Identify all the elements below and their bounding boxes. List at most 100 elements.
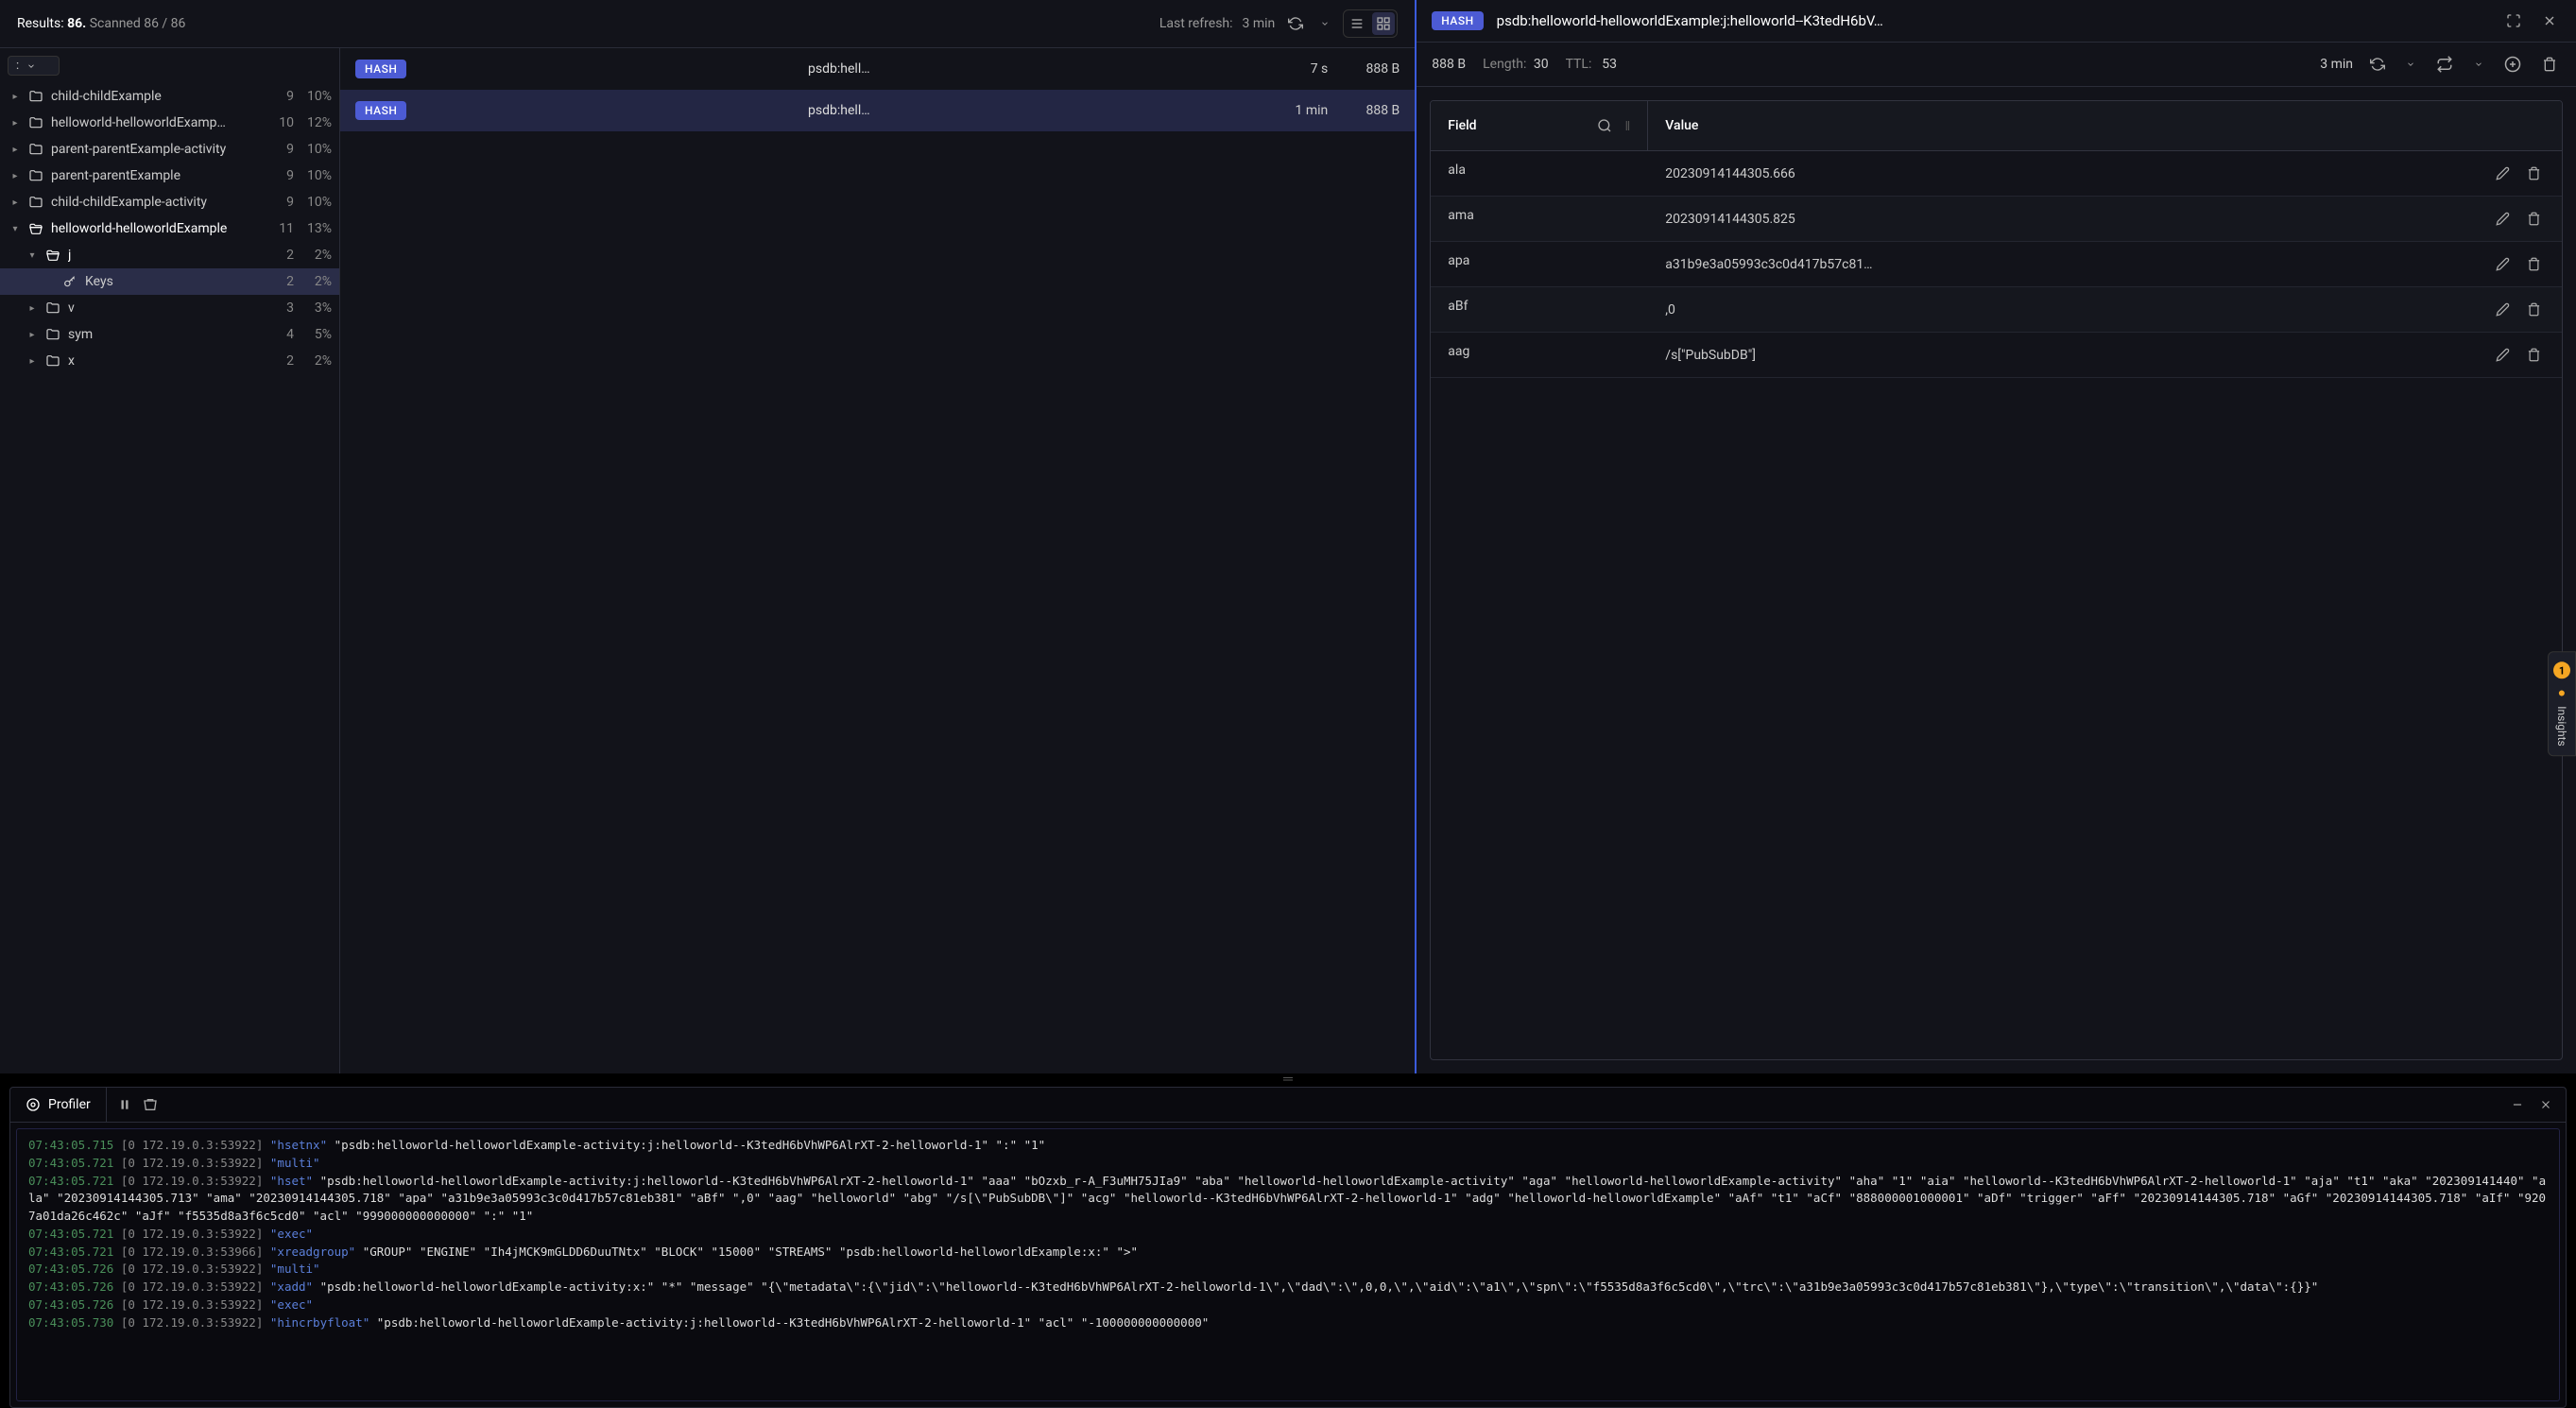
field-header: Field xyxy=(1448,118,1476,133)
profiler-pause-button[interactable] xyxy=(114,1093,135,1116)
key-ttl: 7 s xyxy=(1271,61,1328,77)
folder-icon xyxy=(45,327,62,342)
results-text: Results: 86. Scanned 86 / 86 xyxy=(17,16,185,31)
tree-item[interactable]: ▾j22% xyxy=(0,242,339,268)
tree-count: 9 xyxy=(269,142,294,157)
value-cell: 20230914144305.825 xyxy=(1665,212,2484,227)
folder-icon xyxy=(28,142,45,157)
detail-refresh-button[interactable] xyxy=(2366,53,2389,76)
edit-field-button[interactable] xyxy=(2492,253,2514,275)
detail-title: psdb:helloworld-helloworldExample:j:hell… xyxy=(1497,12,2489,29)
column-resize-handle[interactable]: ‖ xyxy=(1625,118,1631,134)
tree-pct: 2% xyxy=(300,353,332,369)
tree-view-button[interactable] xyxy=(1372,12,1395,35)
tree-item[interactable]: ▸parent-parentExample-activity910% xyxy=(0,136,339,163)
folder-icon xyxy=(45,248,62,263)
add-field-button[interactable] xyxy=(2500,52,2525,77)
tree-count: 3 xyxy=(269,300,294,316)
edit-field-button[interactable] xyxy=(2492,163,2514,184)
delete-field-button[interactable] xyxy=(2523,208,2545,230)
tree-item[interactable]: ▸sym45% xyxy=(0,321,339,348)
tree-label: Keys xyxy=(85,274,264,289)
table-row[interactable]: aag/s["PubSubDB"] xyxy=(1431,333,2562,378)
table-row[interactable]: ala20230914144305.666 xyxy=(1431,151,2562,197)
tree-pct: 10% xyxy=(300,89,332,104)
close-detail-button[interactable] xyxy=(2538,9,2561,32)
edit-field-button[interactable] xyxy=(2492,299,2514,320)
tree-item[interactable]: Keys22% xyxy=(0,268,339,295)
key-size: 888 B xyxy=(1343,61,1400,77)
delete-field-button[interactable] xyxy=(2523,163,2545,184)
browser-panel: Results: 86. Scanned 86 / 86 Last refres… xyxy=(0,0,1417,1073)
tree-pct: 2% xyxy=(300,248,332,263)
value-cell: ,0 xyxy=(1665,302,2484,318)
tree-label: helloworld-helloworldExample xyxy=(51,221,264,236)
tree-item[interactable]: ▸child-childExample-activity910% xyxy=(0,189,339,215)
list-view-button[interactable] xyxy=(1346,12,1368,35)
tree-label: child-childExample-activity xyxy=(51,195,264,210)
key-ttl: 1 min xyxy=(1271,103,1328,118)
fullscreen-button[interactable] xyxy=(2502,9,2525,32)
results-bar: Results: 86. Scanned 86 / 86 Last refres… xyxy=(0,0,1415,48)
search-field-button[interactable] xyxy=(1593,114,1616,137)
table-row[interactable]: apaa31b9e3a05993c3c0d417b57c81… xyxy=(1431,242,2562,287)
detail-refresh-dropdown[interactable] xyxy=(2402,56,2419,73)
profiler-tab[interactable]: Profiler xyxy=(10,1088,107,1122)
sync-dropdown[interactable] xyxy=(2470,56,2487,73)
edit-field-button[interactable] xyxy=(2492,208,2514,230)
tree-label: x xyxy=(68,353,264,369)
insights-tab[interactable]: 1 ● Insights xyxy=(2548,651,2576,756)
tree-item[interactable]: ▾helloworld-helloworldExample1113% xyxy=(0,215,339,242)
key-row[interactable]: HASHpsdb:hell…7 s888 B xyxy=(340,48,1415,90)
key-name: psdb:hell… xyxy=(421,103,1256,118)
value-header: Value xyxy=(1665,118,1698,133)
table-row[interactable]: aBf ,0 xyxy=(1431,287,2562,333)
chevron-icon: ▸ xyxy=(25,330,40,340)
edit-field-button[interactable] xyxy=(2492,344,2514,366)
key-row[interactable]: HASHpsdb:hell…1 min888 B xyxy=(340,90,1415,131)
profiler-close-button[interactable] xyxy=(2535,1094,2556,1115)
delete-field-button[interactable] xyxy=(2523,253,2545,275)
tree-item[interactable]: ▸child-childExample910% xyxy=(0,83,339,110)
chevron-icon: ▸ xyxy=(8,92,23,102)
field-cell: aag xyxy=(1431,333,1648,377)
tree-count: 9 xyxy=(269,195,294,210)
tree-pct: 3% xyxy=(300,300,332,316)
tree-panel: : ▸child-childExample910%▸helloworld-hel… xyxy=(0,48,340,1073)
tree-count: 2 xyxy=(269,353,294,369)
refresh-button[interactable] xyxy=(1284,12,1307,35)
chevron-icon: ▸ xyxy=(8,171,23,181)
tree-item[interactable]: ▸v33% xyxy=(0,295,339,321)
sync-button[interactable] xyxy=(2432,52,2457,77)
profiler-clear-button[interactable] xyxy=(139,1093,162,1116)
tree-item[interactable]: ▸parent-parentExample910% xyxy=(0,163,339,189)
filter-select[interactable]: : xyxy=(8,56,60,76)
value-cell: a31b9e3a05993c3c0d417b57c81… xyxy=(1665,257,2484,272)
folder-icon xyxy=(45,353,62,369)
key-name: psdb:hell… xyxy=(421,61,1256,77)
delete-field-button[interactable] xyxy=(2523,344,2545,366)
refresh-dropdown[interactable] xyxy=(1316,15,1333,32)
tree-count: 10 xyxy=(269,115,294,130)
delete-field-button[interactable] xyxy=(2523,299,2545,320)
folder-icon xyxy=(45,300,62,316)
field-cell: aBf xyxy=(1431,287,1648,332)
key-size: 888 B xyxy=(1343,103,1400,118)
tree-pct: 12% xyxy=(300,115,332,130)
detail-ttl[interactable]: TTL: 53 xyxy=(1566,57,1617,72)
tree-item[interactable]: ▸x22% xyxy=(0,348,339,374)
tree-item[interactable]: ▸helloworld-helloworldExamp…1012% xyxy=(0,110,339,136)
chevron-icon: ▸ xyxy=(8,145,23,155)
table-row[interactable]: ama20230914144305.825 xyxy=(1431,197,2562,242)
tree-label: j xyxy=(68,248,264,263)
delete-key-button[interactable] xyxy=(2538,53,2561,76)
tree-count: 9 xyxy=(269,89,294,104)
tree-count: 11 xyxy=(269,221,294,236)
folder-icon xyxy=(28,115,45,130)
last-refresh-label: Last refresh: xyxy=(1159,16,1233,31)
field-cell: ala xyxy=(1431,151,1648,196)
panel-resize-handle[interactable]: ═ xyxy=(0,1073,2576,1083)
tree-pct: 2% xyxy=(300,274,332,289)
chevron-icon: ▸ xyxy=(25,303,40,314)
profiler-minimize-button[interactable] xyxy=(2507,1094,2528,1115)
